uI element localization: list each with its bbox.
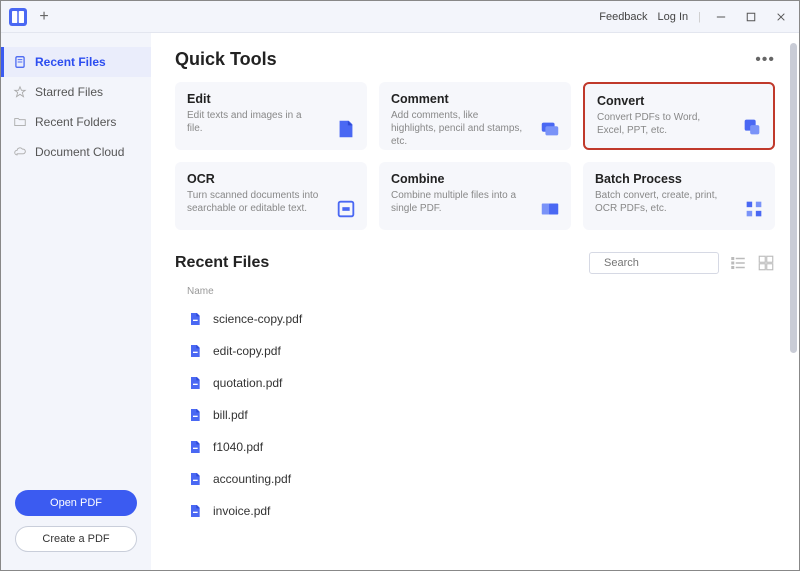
file-row[interactable]: f1040.pdf: [175, 431, 775, 463]
tool-card-comment[interactable]: Comment Add comments, like highlights, pe…: [379, 82, 571, 150]
recent-files-title: Recent Files: [175, 254, 269, 272]
titlebar: + Feedback Log In |: [1, 1, 799, 33]
file-name: bill.pdf: [213, 408, 248, 422]
star-icon: [13, 85, 27, 99]
tool-card-title: Edit: [187, 92, 355, 106]
close-button[interactable]: [771, 7, 791, 27]
tool-card-title: Batch Process: [595, 172, 763, 186]
scrollbar-thumb[interactable]: [790, 43, 797, 353]
pdf-file-icon: [187, 439, 203, 455]
scrollbar[interactable]: [790, 43, 797, 560]
tool-card-title: Convert: [597, 94, 761, 108]
tool-card-convert[interactable]: Convert Convert PDFs to Word, Excel, PPT,…: [583, 82, 775, 150]
tool-card-description: Turn scanned documents into searchable o…: [187, 189, 355, 215]
edit-icon: [335, 118, 357, 140]
pdf-file-icon: [187, 407, 203, 423]
titlebar-right: Feedback Log In |: [599, 7, 791, 27]
recent-files-controls: [589, 252, 775, 274]
sidebar-item-label: Recent Folders: [35, 115, 116, 129]
titlebar-left: +: [9, 8, 51, 26]
titlebar-separator: |: [698, 11, 701, 23]
tool-card-ocr[interactable]: OCR Turn scanned documents into searchabl…: [175, 162, 367, 230]
tool-card-batch-process[interactable]: Batch Process Batch convert, create, prin…: [583, 162, 775, 230]
file-name: quotation.pdf: [213, 376, 282, 390]
tool-card-description: Convert PDFs to Word, Excel, PPT, etc.: [597, 111, 761, 137]
tool-card-description: Batch convert, create, print, OCR PDFs, …: [595, 189, 763, 215]
file-row[interactable]: science-copy.pdf: [175, 303, 775, 335]
tool-card-title: Combine: [391, 172, 559, 186]
file-name: edit-copy.pdf: [213, 344, 281, 358]
minimize-button[interactable]: [711, 7, 731, 27]
sidebar-item-recent-folders[interactable]: Recent Folders: [1, 107, 151, 137]
tool-card-title: Comment: [391, 92, 559, 106]
pdf-file-icon: [187, 311, 203, 327]
sidebar-item-label: Recent Files: [35, 55, 106, 69]
main-panel: Quick Tools ••• Edit Edit texts and image…: [151, 33, 799, 570]
quick-tools-grid: Edit Edit texts and images in a file. Comm…: [175, 82, 775, 230]
new-tab-button[interactable]: +: [37, 10, 51, 24]
sidebar-item-label: Starred Files: [35, 85, 103, 99]
login-link[interactable]: Log In: [658, 11, 689, 23]
tool-card-title: OCR: [187, 172, 355, 186]
create-pdf-button[interactable]: Create a PDF: [15, 526, 137, 552]
file-name: accounting.pdf: [213, 472, 291, 486]
sidebar-item-recent-files[interactable]: Recent Files: [1, 47, 151, 77]
name-column-header: Name: [175, 282, 775, 303]
file-list: science-copy.pdf edit-copy.pdf quotation.p…: [175, 303, 775, 527]
sidebar-item-starred-files[interactable]: Starred Files: [1, 77, 151, 107]
file-name: f1040.pdf: [213, 440, 263, 454]
pdf-file-icon: [187, 503, 203, 519]
file-row[interactable]: bill.pdf: [175, 399, 775, 431]
ocr-icon: [335, 198, 357, 220]
quick-tools-more-icon[interactable]: •••: [755, 51, 775, 69]
tool-card-description: Add comments, like highlights, pencil an…: [391, 109, 559, 148]
file-row[interactable]: invoice.pdf: [175, 495, 775, 527]
sidebar-item-document-cloud[interactable]: Document Cloud: [1, 137, 151, 167]
list-view-icon[interactable]: [729, 254, 747, 272]
app-logo-icon: [9, 8, 27, 26]
convert-icon: [741, 116, 763, 138]
open-pdf-button[interactable]: Open PDF: [15, 490, 137, 516]
file-name: science-copy.pdf: [213, 312, 302, 326]
tool-card-edit[interactable]: Edit Edit texts and images in a file.: [175, 82, 367, 150]
pdf-file-icon: [187, 343, 203, 359]
recent-icon: [13, 55, 27, 69]
sidebar-item-label: Document Cloud: [35, 145, 124, 159]
sidebar: Recent Files Starred Files Recent Folders D…: [1, 33, 151, 570]
feedback-link[interactable]: Feedback: [599, 11, 647, 23]
tool-card-description: Edit texts and images in a file.: [187, 109, 355, 135]
file-row[interactable]: quotation.pdf: [175, 367, 775, 399]
maximize-button[interactable]: [741, 7, 761, 27]
search-input[interactable]: [604, 257, 746, 269]
file-row[interactable]: accounting.pdf: [175, 463, 775, 495]
tool-card-combine[interactable]: Combine Combine multiple files into a sin…: [379, 162, 571, 230]
comment-icon: [539, 118, 561, 140]
cloud-icon: [13, 145, 27, 159]
batch-icon: [743, 198, 765, 220]
file-name: invoice.pdf: [213, 504, 270, 518]
pdf-file-icon: [187, 471, 203, 487]
search-box[interactable]: [589, 252, 719, 274]
folder-icon: [13, 115, 27, 129]
grid-view-icon[interactable]: [757, 254, 775, 272]
file-row[interactable]: edit-copy.pdf: [175, 335, 775, 367]
combine-icon: [539, 198, 561, 220]
pdf-file-icon: [187, 375, 203, 391]
quick-tools-title: Quick Tools: [175, 49, 277, 70]
tool-card-description: Combine multiple files into a single PDF…: [391, 189, 559, 215]
